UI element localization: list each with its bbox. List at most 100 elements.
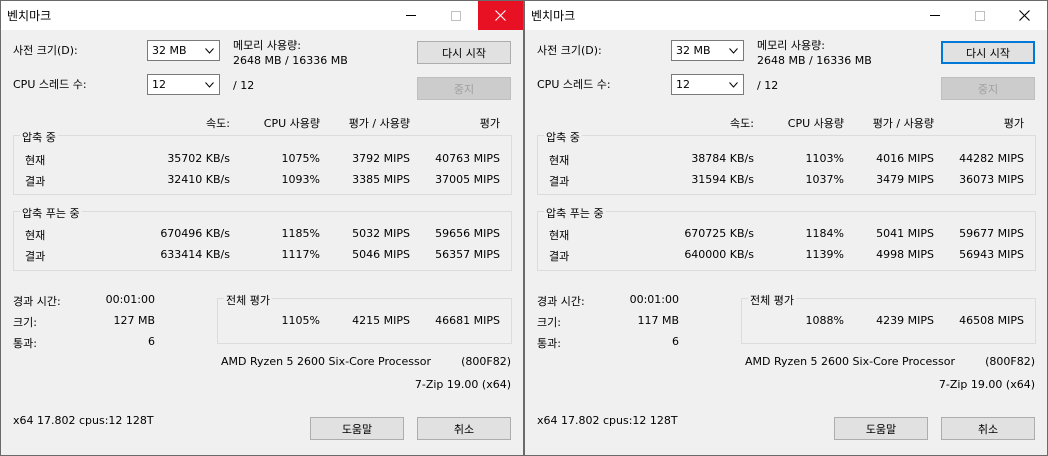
restart-button[interactable]: 다시 시작 [941, 41, 1035, 64]
speed-value: 640000 KB/s [684, 248, 754, 261]
minimize-button[interactable] [388, 1, 433, 30]
memory-usage-value: 2648 MB / 16336 MB [233, 54, 348, 67]
memory-usage-value: 2648 MB / 16336 MB [757, 54, 872, 67]
elapsed-time-value: 00:01:00 [105, 293, 155, 306]
compress-group-title: 압축 중 [20, 129, 58, 145]
system-info: x64 17.802 cpus:12 128T [13, 414, 154, 427]
cpu-id: (800F82) [985, 355, 1035, 368]
row-label: 결과 [25, 250, 46, 263]
cpu-name: AMD Ryzen 5 2600 Six-Core Processor [221, 355, 431, 368]
total-rating-title: 전체 평가 [748, 292, 796, 308]
rating-value: 56357 MIPS [435, 248, 500, 261]
cpu-name: AMD Ryzen 5 2600 Six-Core Processor [745, 355, 955, 368]
rating-value: 37005 MIPS [435, 173, 500, 186]
cancel-button[interactable]: 취소 [941, 417, 1035, 440]
cpu-threads-max: / 12 [233, 79, 255, 92]
window-title: 벤치마크 [7, 9, 52, 23]
compress-group: 압축 중 [537, 129, 1036, 195]
close-icon [1019, 10, 1030, 21]
elapsed-time-value: 00:01:00 [629, 293, 679, 306]
cpu-id: (800F82) [461, 355, 511, 368]
column-header-rating: 평가 [1003, 117, 1024, 130]
decompress-group: 압축 푸는 중 [537, 205, 1036, 271]
speed-value: 38784 KB/s [691, 152, 754, 165]
chevron-down-icon [201, 76, 217, 93]
column-header-cpu-usage: CPU 사용량 [263, 117, 320, 130]
row-label: 결과 [549, 250, 570, 263]
rating-value: 59677 MIPS [959, 227, 1024, 240]
passes-label: 통과: [537, 337, 561, 350]
rating-value: 44282 MIPS [959, 152, 1024, 165]
size-value: 117 MB [637, 314, 679, 327]
help-button[interactable]: 도움말 [310, 417, 404, 440]
memory-usage-label: 메모리 사용량: [757, 39, 825, 52]
size-value: 127 MB [113, 314, 155, 327]
cpu-usage-value: 1185% [281, 227, 320, 240]
decompress-group-title: 압축 푸는 중 [20, 205, 82, 221]
cpu-usage-value: 1117% [281, 248, 320, 261]
minimize-icon [405, 15, 416, 16]
cpu-threads-label: CPU 스레드 수: [537, 78, 611, 91]
total-rating-value: 46681 MIPS [435, 314, 500, 327]
dictionary-size-combo[interactable]: 32 MB [671, 40, 744, 61]
help-button[interactable]: 도움말 [834, 417, 928, 440]
size-label: 크기: [537, 316, 561, 329]
rating-value: 36073 MIPS [959, 173, 1024, 186]
passes-value: 6 [148, 335, 155, 348]
row-label: 결과 [25, 175, 46, 188]
total-cpu-usage: 1105% [281, 314, 320, 327]
rating-value: 59656 MIPS [435, 227, 500, 240]
row-label: 현재 [549, 154, 570, 167]
cpu-usage-value: 1139% [805, 248, 844, 261]
chevron-down-icon [201, 42, 217, 59]
rating-usage-value: 3385 MIPS [352, 173, 410, 186]
cpu-usage-value: 1093% [281, 173, 320, 186]
cpu-threads-value: 12 [676, 78, 690, 91]
window-title: 벤치마크 [531, 9, 576, 23]
total-rating-usage: 4239 MIPS [876, 314, 934, 327]
row-label: 결과 [549, 175, 570, 188]
total-rating-usage: 4215 MIPS [352, 314, 410, 327]
dictionary-size-combo[interactable]: 32 MB [147, 40, 220, 61]
total-rating-title: 전체 평가 [224, 292, 272, 308]
benchmark-window-2: 벤치마크 사전 크기(D): 32 MB 메모리 사용량: 2648 MB / … [524, 0, 1048, 456]
cpu-usage-value: 1103% [805, 152, 844, 165]
rating-usage-value: 3479 MIPS [876, 173, 934, 186]
speed-value: 31594 KB/s [691, 173, 754, 186]
speed-value: 32410 KB/s [167, 173, 230, 186]
cpu-threads-combo[interactable]: 12 [671, 74, 744, 95]
restart-button[interactable]: 다시 시작 [417, 41, 511, 64]
row-label: 현재 [25, 229, 46, 242]
compress-group-title: 압축 중 [544, 129, 582, 145]
stop-button[interactable]: 중지 [417, 77, 511, 100]
maximize-button[interactable] [957, 1, 1002, 30]
rating-usage-value: 5032 MIPS [352, 227, 410, 240]
minimize-icon [929, 15, 940, 16]
minimize-button[interactable] [912, 1, 957, 30]
cpu-threads-value: 12 [152, 78, 166, 91]
rating-value: 56943 MIPS [959, 248, 1024, 261]
passes-value: 6 [672, 335, 679, 348]
version-info: 7-Zip 19.00 (x64) [938, 378, 1035, 391]
maximize-icon [974, 10, 985, 21]
elapsed-time-label: 경과 시간: [13, 295, 61, 308]
rating-usage-value: 5041 MIPS [876, 227, 934, 240]
rating-usage-value: 5046 MIPS [352, 248, 410, 261]
close-icon [495, 10, 506, 21]
maximize-button[interactable] [433, 1, 478, 30]
total-cpu-usage: 1088% [805, 314, 844, 327]
system-info: x64 17.802 cpus:12 128T [537, 414, 678, 427]
decompress-group: 압축 푸는 중 [13, 205, 512, 271]
close-button[interactable] [1002, 1, 1047, 30]
close-button[interactable] [478, 1, 523, 30]
column-header-rating: 평가 [479, 117, 500, 130]
cancel-button[interactable]: 취소 [417, 417, 511, 440]
title-bar[interactable]: 벤치마크 [1, 1, 523, 30]
speed-value: 633414 KB/s [160, 248, 230, 261]
cpu-threads-combo[interactable]: 12 [147, 74, 220, 95]
title-bar[interactable]: 벤치마크 [525, 1, 1047, 30]
row-label: 현재 [549, 229, 570, 242]
passes-label: 통과: [13, 337, 37, 350]
stop-button[interactable]: 중지 [941, 77, 1035, 100]
column-header-rating-usage: 평가 / 사용량 [872, 117, 934, 130]
